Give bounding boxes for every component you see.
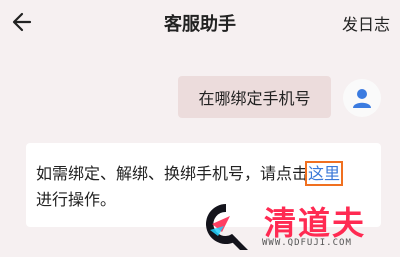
page-title: 客服助手: [164, 14, 236, 35]
user-message-text: 在哪绑定手机号: [198, 89, 311, 108]
top-bar: 客服助手 发日志: [0, 0, 400, 44]
here-link[interactable]: 这里: [305, 161, 344, 186]
watermark-url: WWW.QDFUJI.COM: [262, 238, 352, 248]
reply-text-part1: 如需绑定、解绑、换绑手机号，请点击: [36, 164, 309, 183]
q-logo-icon: [206, 204, 248, 250]
watermark: 清道夫 WWW.QDFUJI.COM: [192, 198, 397, 254]
user-avatar-icon: [343, 79, 381, 117]
user-message-bubble: 在哪绑定手机号: [178, 76, 331, 118]
send-log-button[interactable]: 发日志: [342, 11, 390, 35]
